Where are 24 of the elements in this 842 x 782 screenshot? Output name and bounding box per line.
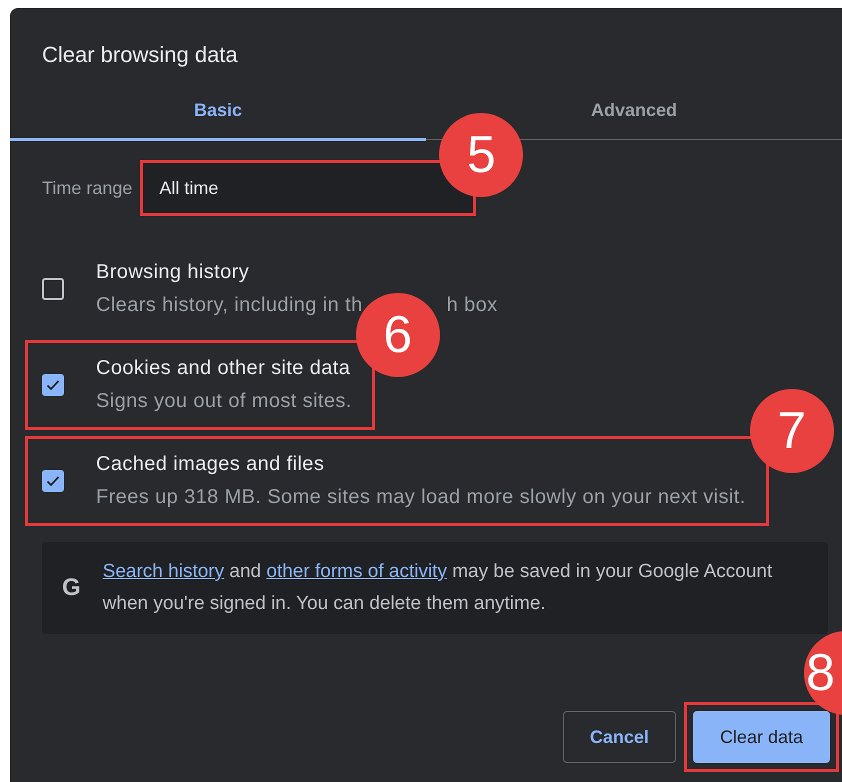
check-icon — [46, 475, 60, 487]
checkbox[interactable] — [42, 470, 64, 492]
option-description: Frees up 318 MB. Some sites may load more slowly on your next visit. — [96, 486, 746, 509]
google-icon: G — [62, 574, 81, 602]
cancel-button[interactable]: Cancel — [562, 711, 676, 763]
option-title: Cached images and files — [96, 453, 326, 476]
checkbox[interactable] — [42, 374, 64, 396]
check-icon — [46, 379, 60, 391]
step-badge: 8 — [804, 631, 842, 715]
option-description: h box — [446, 294, 498, 317]
option-title: Browsing history — [96, 261, 250, 284]
option-title: Cookies and other site data — [96, 357, 352, 380]
info-link[interactable]: other forms of activity — [266, 561, 447, 582]
checkbox[interactable] — [42, 278, 64, 300]
option-description: Signs you out of most sites. — [96, 390, 352, 413]
option-description: Clears history, including in th — [96, 294, 363, 317]
clear-data-button[interactable]: Clear data — [692, 711, 830, 763]
field-label: Time range — [42, 178, 132, 198]
step-badge: 7 — [750, 389, 834, 473]
info-text: Search history and other forms of activity may be saved in your Google Account when you're signed in. You can delete them anytime. — [102, 560, 774, 616]
tab[interactable]: Basic — [10, 90, 426, 141]
step-badge: 5 — [439, 113, 524, 197]
info-link[interactable]: Search history — [102, 561, 224, 582]
dialog-title: Clear browsing data — [41, 41, 239, 68]
